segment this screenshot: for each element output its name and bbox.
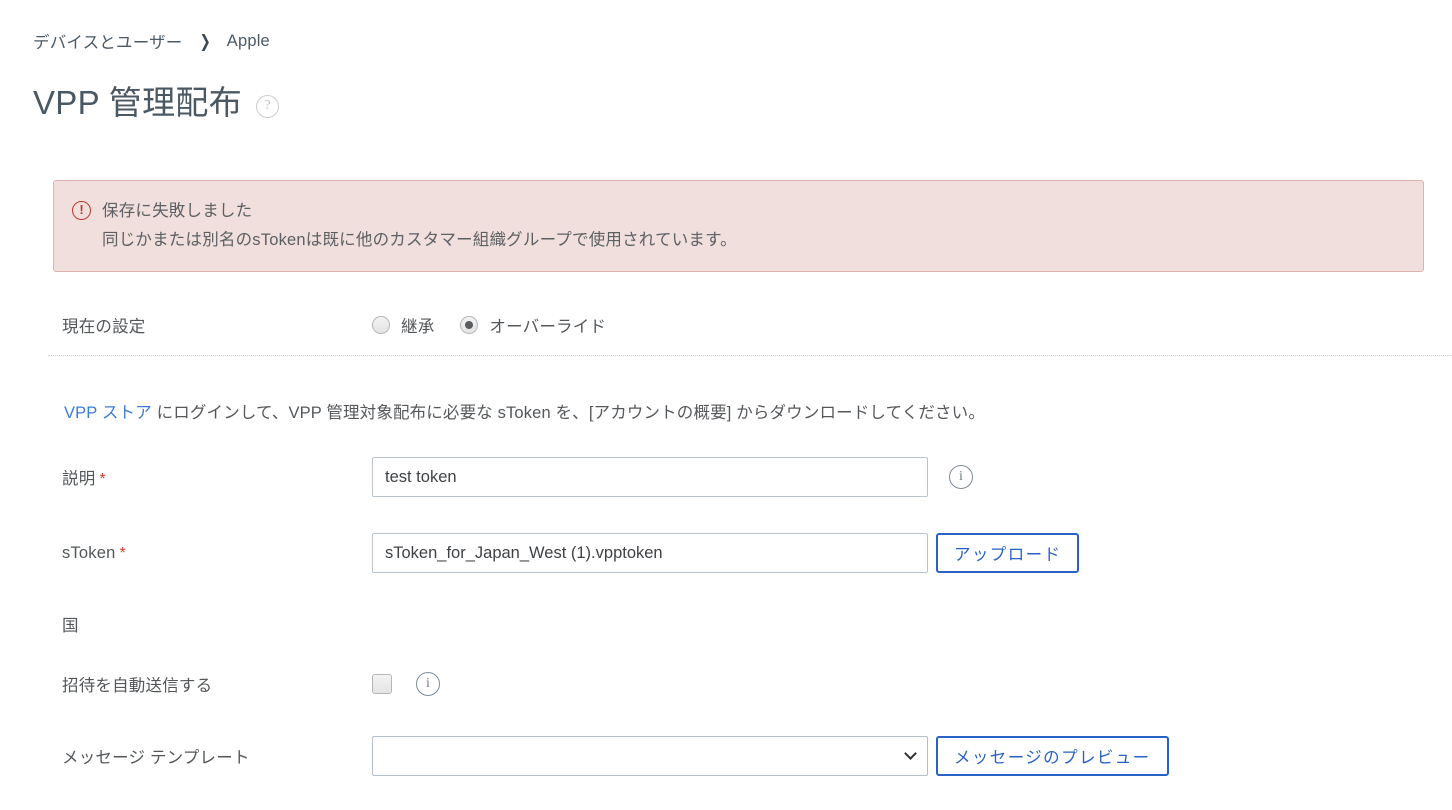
page-title: VPP 管理配布 — [33, 83, 242, 123]
instruction-rest: にログインして、VPP 管理対象配布に必要な sToken を、[アカウントの概… — [152, 404, 985, 422]
section-divider — [48, 355, 1452, 356]
message-preview-button[interactable]: メッセージのプレビュー — [936, 736, 1169, 776]
error-detail: 同じかまたは別名のsTokenは既に他のカスタマー組織グループで使用されています… — [102, 228, 737, 254]
message-template-select-wrap — [372, 736, 928, 776]
description-input[interactable] — [372, 457, 928, 497]
auto-invite-row: 招待を自動送信する i — [62, 672, 440, 696]
required-marker: * — [99, 471, 105, 488]
info-circle-icon[interactable]: i — [949, 465, 973, 489]
radio-inherit-indicator[interactable] — [372, 316, 390, 334]
info-circle-icon[interactable]: i — [416, 672, 440, 696]
alert-circle-icon: ! — [72, 201, 91, 220]
upload-button[interactable]: アップロード — [936, 533, 1079, 573]
country-row: 国 — [62, 612, 372, 636]
message-template-row: メッセージ テンプレート メッセージのプレビュー — [62, 736, 1169, 776]
current-setting-label: 現在の設定 — [62, 313, 372, 337]
description-label: 説明* — [62, 465, 372, 489]
breadcrumb: デバイスとユーザー ❯ Apple — [33, 27, 270, 55]
error-title: 保存に失敗しました — [102, 199, 737, 225]
vpp-store-link[interactable]: VPP ストア — [64, 404, 152, 422]
message-template-label: メッセージ テンプレート — [62, 744, 372, 768]
chevron-right-icon: ❯ — [200, 33, 211, 50]
message-template-select[interactable] — [372, 736, 928, 776]
stoken-label: sToken* — [62, 544, 372, 563]
current-setting-radio-group: 継承 オーバーライド — [372, 313, 632, 337]
stoken-row: sToken* アップロード — [62, 533, 1079, 573]
description-label-text: 説明 — [62, 470, 95, 488]
breadcrumb-parent[interactable]: デバイスとユーザー — [33, 29, 182, 53]
radio-override[interactable]: オーバーライド — [460, 313, 606, 337]
breadcrumb-current: Apple — [227, 32, 270, 51]
description-row: 説明* i — [62, 457, 973, 497]
error-text: 保存に失敗しました 同じかまたは別名のsTokenは既に他のカスタマー組織グルー… — [102, 199, 737, 253]
page-title-row: VPP 管理配布 ? — [33, 83, 279, 123]
radio-inherit-label: 継承 — [401, 313, 434, 337]
radio-override-indicator[interactable] — [460, 316, 478, 334]
error-banner: ! 保存に失敗しました 同じかまたは別名のsTokenは既に他のカスタマー組織グ… — [53, 180, 1424, 272]
current-setting-row: 現在の設定 継承 オーバーライド — [62, 313, 632, 337]
auto-invite-label: 招待を自動送信する — [62, 672, 372, 696]
country-label: 国 — [62, 612, 372, 636]
required-marker: * — [119, 545, 125, 562]
stoken-input[interactable] — [372, 533, 928, 573]
instruction-text: VPP ストア にログインして、VPP 管理対象配布に必要な sToken を、… — [64, 399, 985, 423]
checkbox-unchecked-icon[interactable] — [372, 674, 392, 694]
stoken-label-text: sToken — [62, 544, 115, 562]
radio-inherit[interactable]: 継承 — [372, 313, 434, 337]
question-mark-icon[interactable]: ? — [256, 95, 279, 118]
radio-override-label: オーバーライド — [489, 313, 606, 337]
